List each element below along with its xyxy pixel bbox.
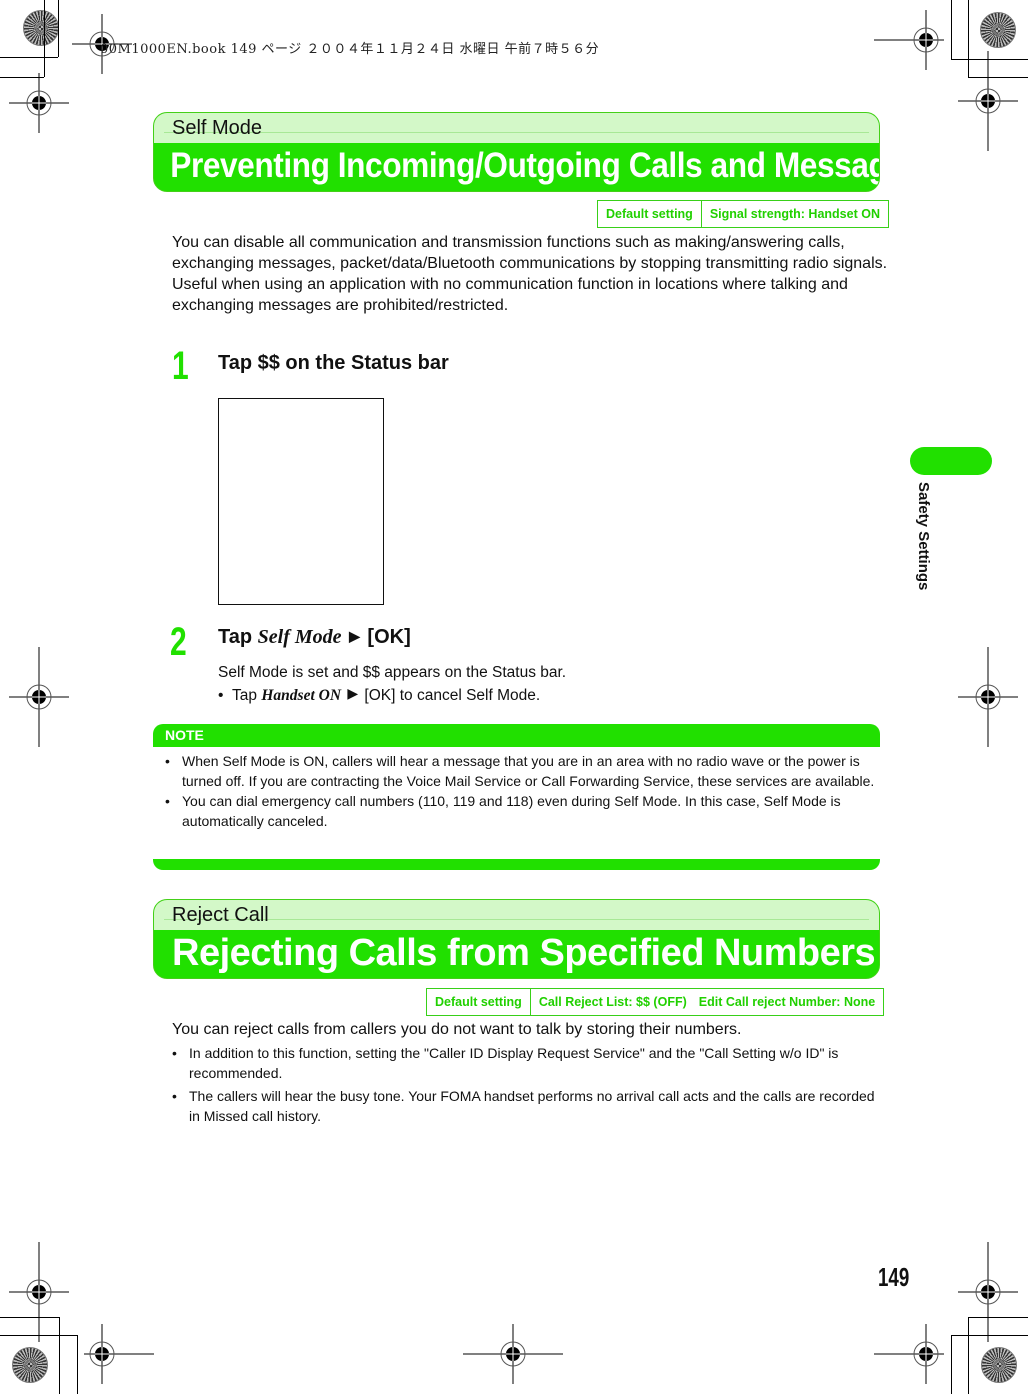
default-setting-label: Default setting — [427, 989, 531, 1015]
step-title-text: [OK] — [361, 626, 411, 648]
banner-subtitle-bar: Self Mode — [154, 113, 879, 143]
banner-subtitle-bar: Reject Call — [154, 900, 879, 930]
step-title-text: Tap — [218, 626, 258, 648]
crop-line — [0, 1317, 59, 1318]
step-bullet: • Tap Handset ON ▶ [OK] to cancel Self M… — [218, 683, 566, 706]
crop-line — [968, 1317, 969, 1394]
note-footer-bar — [153, 859, 880, 870]
crop-line — [0, 1335, 77, 1336]
bullet-list: In addition to this function, setting th… — [160, 1043, 880, 1129]
registration-target-icon — [23, 10, 59, 46]
registration-mark-icon — [958, 51, 1018, 151]
registration-mark-icon — [874, 10, 944, 70]
crop-line — [951, 1335, 952, 1394]
step-number: 2 — [170, 620, 187, 664]
step-title: Tap Self Mode ▶ [OK] — [218, 626, 411, 649]
registration-mark-icon — [9, 73, 69, 133]
default-setting-label: Default setting — [598, 201, 702, 227]
list-item: The callers will hear the busy tone. You… — [160, 1086, 880, 1126]
registration-mark-icon — [958, 647, 1018, 747]
print-header: 00M1000EN.book 149 ページ ２００４年１１月２４日 水曜日 午… — [100, 42, 600, 57]
note-item: You can dial emergency call numbers (110… — [153, 791, 880, 831]
page-number: 149 — [878, 1262, 910, 1292]
crop-line — [77, 1335, 78, 1394]
intro-paragraph: You can disable all communication and tr… — [172, 232, 892, 316]
bullet-icon: • — [218, 687, 233, 704]
banner-subtitle: Reject Call — [172, 904, 269, 926]
intro-text: You can disable all communication and tr… — [172, 234, 888, 272]
step-body: Self Mode is set and $$ appears on the S… — [218, 662, 566, 706]
registration-mark-icon — [9, 647, 69, 747]
chapter-label: Safety Settings — [912, 482, 932, 602]
section-banner-self-mode: Self Mode Preventing Incoming/Outgoing C… — [153, 112, 880, 192]
crop-line — [968, 1317, 1028, 1318]
arrow-right-icon: ▶ — [349, 628, 360, 644]
screenshot-placeholder — [218, 398, 384, 605]
intro-paragraph: You can reject calls from callers you do… — [172, 1021, 742, 1038]
crop-line — [0, 57, 58, 58]
arrow-right-icon: ▶ — [347, 685, 359, 701]
note-box: NOTE When Self Mode is ON, callers will … — [153, 724, 880, 870]
note-list: When Self Mode is ON, callers will hear … — [153, 751, 880, 831]
crop-line — [59, 1317, 60, 1394]
registration-mark-icon — [9, 1242, 69, 1342]
note-heading: NOTE — [153, 724, 880, 747]
default-setting-box: Default setting Signal strength: Handset… — [597, 200, 889, 228]
default-setting-value: Call Reject List: $$ (OFF) — [538, 995, 687, 1009]
default-setting-box: Default setting Call Reject List: $$ (OF… — [426, 988, 885, 1016]
crop-line — [951, 0, 952, 59]
page-title: Preventing Incoming/Outgoing Calls and M… — [170, 146, 880, 185]
registration-mark-icon — [874, 1324, 944, 1384]
registration-target-icon — [981, 1347, 1017, 1383]
intro-text: Useful when using an application with no… — [172, 276, 848, 314]
registration-target-icon — [980, 12, 1016, 48]
crop-line — [58, 0, 59, 57]
menu-item-reference: Handset ON — [261, 687, 342, 704]
banner-subtitle: Self Mode — [172, 117, 263, 139]
section-banner-reject-call: Reject Call Rejecting Calls from Specifi… — [153, 899, 880, 979]
step-number: 1 — [172, 344, 189, 388]
registration-mark-icon — [463, 1324, 563, 1384]
registration-target-icon — [12, 1347, 48, 1383]
default-setting-value: Signal strength: Handset ON — [709, 207, 880, 221]
step-title: Tap $$ on the Status bar — [218, 352, 449, 374]
chapter-tab — [910, 447, 992, 475]
bullet-text: Tap — [232, 687, 262, 704]
default-setting-value: Edit Call reject Number: None — [698, 995, 876, 1009]
step-description: Self Mode is set and $$ appears on the S… — [218, 664, 567, 681]
registration-mark-icon — [958, 1242, 1018, 1342]
chapter-label-text: Safety Settings — [915, 482, 932, 591]
banner-rule — [164, 919, 869, 920]
bullet-text: [OK] to cancel Self Mode. — [360, 687, 541, 704]
registration-mark-icon — [84, 1324, 154, 1384]
menu-item-reference: Self Mode — [257, 626, 342, 648]
page-title: Rejecting Calls from Specified Numbers — [172, 932, 876, 974]
note-item: When Self Mode is ON, callers will hear … — [153, 751, 880, 791]
banner-rule — [164, 132, 869, 133]
crop-line — [951, 1335, 1028, 1336]
crop-line — [44, 0, 45, 77]
list-item: In addition to this function, setting th… — [160, 1043, 880, 1083]
